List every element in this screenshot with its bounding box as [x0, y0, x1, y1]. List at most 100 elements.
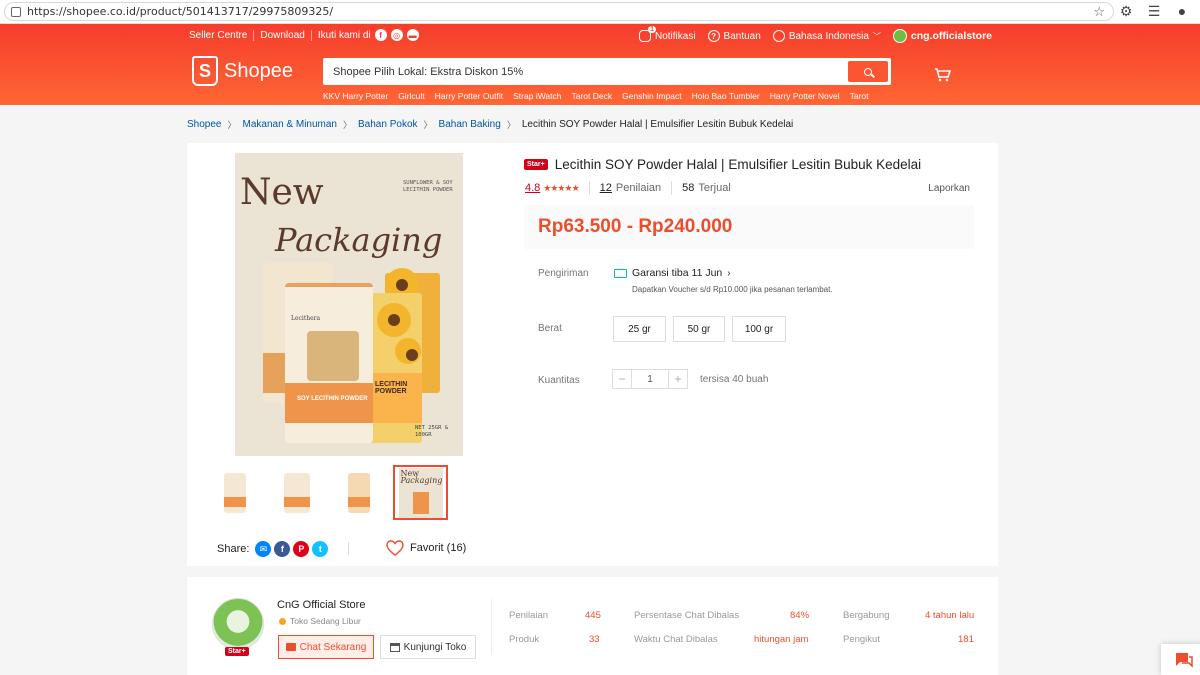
product-main-image[interactable]: New Packaging SUNFLOWER & SOY LECITHIN P… [235, 153, 463, 456]
chat-now-button[interactable]: Chat Sekarang [278, 635, 374, 659]
weight-option-25gr[interactable]: 25 gr [613, 316, 666, 342]
shipping-guarantee-text: Garansi tiba 11 Jun [632, 267, 723, 279]
share-label: Share: [217, 543, 250, 555]
suggestion-link[interactable]: Tarot Deck [571, 91, 612, 101]
store-stat-chat-time: Waktu Chat Dibalas hitungan jam [634, 634, 808, 645]
thumbnail[interactable] [207, 465, 262, 520]
search-input[interactable] [323, 58, 843, 85]
store-status-text: Toko Sedang Libur [290, 616, 361, 626]
download-link[interactable]: Download [260, 30, 304, 41]
language-selector[interactable]: Bahasa Indonesia ﹀ [772, 30, 881, 42]
stat-value: 181 [958, 634, 974, 645]
package-label: LECITHIN POWDER [375, 381, 407, 396]
store-avatar[interactable] [212, 598, 264, 650]
suggestion-link[interactable]: Girlcult [398, 91, 424, 101]
heart-icon [386, 540, 404, 556]
package-label-line: POWDER [375, 388, 407, 396]
site-info-icon[interactable] [11, 6, 21, 17]
help-link[interactable]: ? Bantuan [707, 30, 761, 42]
notification-link[interactable]: 1 Notifikasi [638, 26, 696, 42]
pinterest-icon[interactable]: P [293, 541, 310, 557]
help-label: Bantuan [723, 30, 761, 42]
reviews-label: Penilaian [615, 182, 662, 194]
weight-options: 25 gr 50 gr 100 gr [613, 316, 786, 342]
thumbnail[interactable] [269, 465, 324, 520]
chat-bubble-icon [1175, 652, 1193, 668]
suggestion-link[interactable]: Tarot [850, 91, 869, 101]
breadcrumb-link[interactable]: Bahan Baking [439, 119, 501, 130]
address-bar[interactable]: https://shopee.co.id/product/501413717/2… [4, 2, 1114, 21]
search-icon [864, 67, 872, 76]
seller-centre-link[interactable]: Seller Centre [189, 30, 247, 41]
favorite-button[interactable]: Favorit (16) [386, 540, 466, 556]
rating-value[interactable]: 4.8 [525, 182, 540, 194]
account-menu[interactable]: cng.officialstore [892, 29, 992, 43]
logo-text: Shopee [224, 59, 293, 82]
sold-count: 58 [682, 182, 695, 194]
suggestion-link[interactable]: Harry Potter Novel [770, 91, 840, 101]
chevron-right-icon: 〉 [343, 120, 353, 130]
product-title-row: Star+ Lecithin SOY Powder Halal | Emulsi… [524, 157, 921, 172]
extensions-icon[interactable]: ⚙ [1118, 3, 1134, 19]
top-nav-left: Seller Centre Download Ikuti kami di f ◎… [189, 29, 419, 41]
messenger-icon[interactable]: ✉ [255, 541, 272, 557]
sold-label: Terjual [698, 182, 731, 194]
quantity-stepper: − 1 + [612, 369, 688, 389]
suggestion-link[interactable]: KKV Harry Potter [323, 91, 388, 101]
stat-value: hitungan jam [754, 634, 809, 645]
globe-icon [772, 30, 785, 42]
thumbnail[interactable] [331, 465, 386, 520]
quantity-input[interactable]: 1 [632, 369, 668, 389]
favorites-icon[interactable]: ☰ [1146, 3, 1162, 19]
bell-icon: 1 [638, 26, 656, 42]
thumbnail-strip: New Packaging [207, 465, 448, 520]
net-weight-text: NET 25GR & 100GR [415, 425, 449, 439]
thumbnail-image [347, 472, 370, 513]
store-stat-ratings: Penilaian 445 [509, 610, 601, 621]
breadcrumb-link[interactable]: Shopee [187, 119, 221, 130]
quantity-decrease-button[interactable]: − [612, 369, 632, 389]
weight-option-50gr[interactable]: 50 gr [673, 316, 725, 342]
rating-stars-icon: ★★★★★ [543, 182, 579, 193]
profile-icon[interactable]: ● [1174, 3, 1190, 19]
search-bar [323, 58, 891, 85]
account-avatar [892, 29, 907, 43]
package-band [285, 383, 373, 423]
visit-store-label: Kunjungi Toko [403, 641, 467, 653]
chevron-right-icon: › [727, 267, 731, 279]
suggestion-link[interactable]: Strap iWatch [513, 91, 561, 101]
suggestion-link[interactable]: Holo Bao Tumbler [692, 91, 760, 101]
store-stat-followers: Pengikut 181 [843, 634, 974, 645]
stat-label: Pengikut [843, 634, 880, 645]
image-headline: New [240, 172, 324, 213]
breadcrumb-link[interactable]: Makanan & Minuman [243, 119, 338, 130]
thumbnail-selected[interactable]: New Packaging [393, 465, 448, 520]
search-button[interactable] [848, 61, 888, 82]
floating-chat-button[interactable] [1161, 644, 1200, 675]
weight-option-100gr[interactable]: 100 gr [732, 316, 786, 342]
follow-label: Ikuti kami di [317, 29, 371, 41]
cart-icon[interactable] [934, 68, 952, 82]
report-link[interactable]: Laporkan [928, 183, 970, 194]
breadcrumb-link[interactable]: Bahan Pokok [358, 119, 418, 130]
shopee-logo[interactable]: S Shopee [192, 56, 293, 86]
stock-text: tersisa 40 buah [700, 374, 769, 385]
facebook-icon[interactable]: f [274, 541, 291, 557]
facebook-icon[interactable]: f [374, 29, 387, 41]
quantity-increase-button[interactable]: + [668, 369, 688, 389]
product-price: Rp63.500 - Rp240.000 [538, 216, 733, 237]
bookmark-star-icon[interactable]: ☆ [1093, 4, 1105, 20]
url-text[interactable]: https://shopee.co.id/product/501413717/2… [27, 5, 333, 18]
chevron-right-icon: 〉 [506, 120, 516, 130]
instagram-icon[interactable]: ◎ [390, 29, 403, 41]
account-name: cng.officialstore [910, 30, 992, 42]
line-icon[interactable]: ▬ [406, 29, 419, 41]
shipping-guarantee[interactable]: Garansi tiba 11 Jun › [614, 267, 731, 279]
visit-store-button[interactable]: Kunjungi Toko [380, 635, 476, 659]
chevron-down-icon: ﹀ [872, 31, 881, 41]
reviews-count[interactable]: 12 [600, 182, 612, 194]
browser-toolbar: https://shopee.co.id/product/501413717/2… [0, 0, 1200, 24]
suggestion-link[interactable]: Genshin Impact [622, 91, 682, 101]
suggestion-link[interactable]: Harry Potter Outfit [435, 91, 504, 101]
twitter-icon[interactable]: t [312, 541, 329, 557]
